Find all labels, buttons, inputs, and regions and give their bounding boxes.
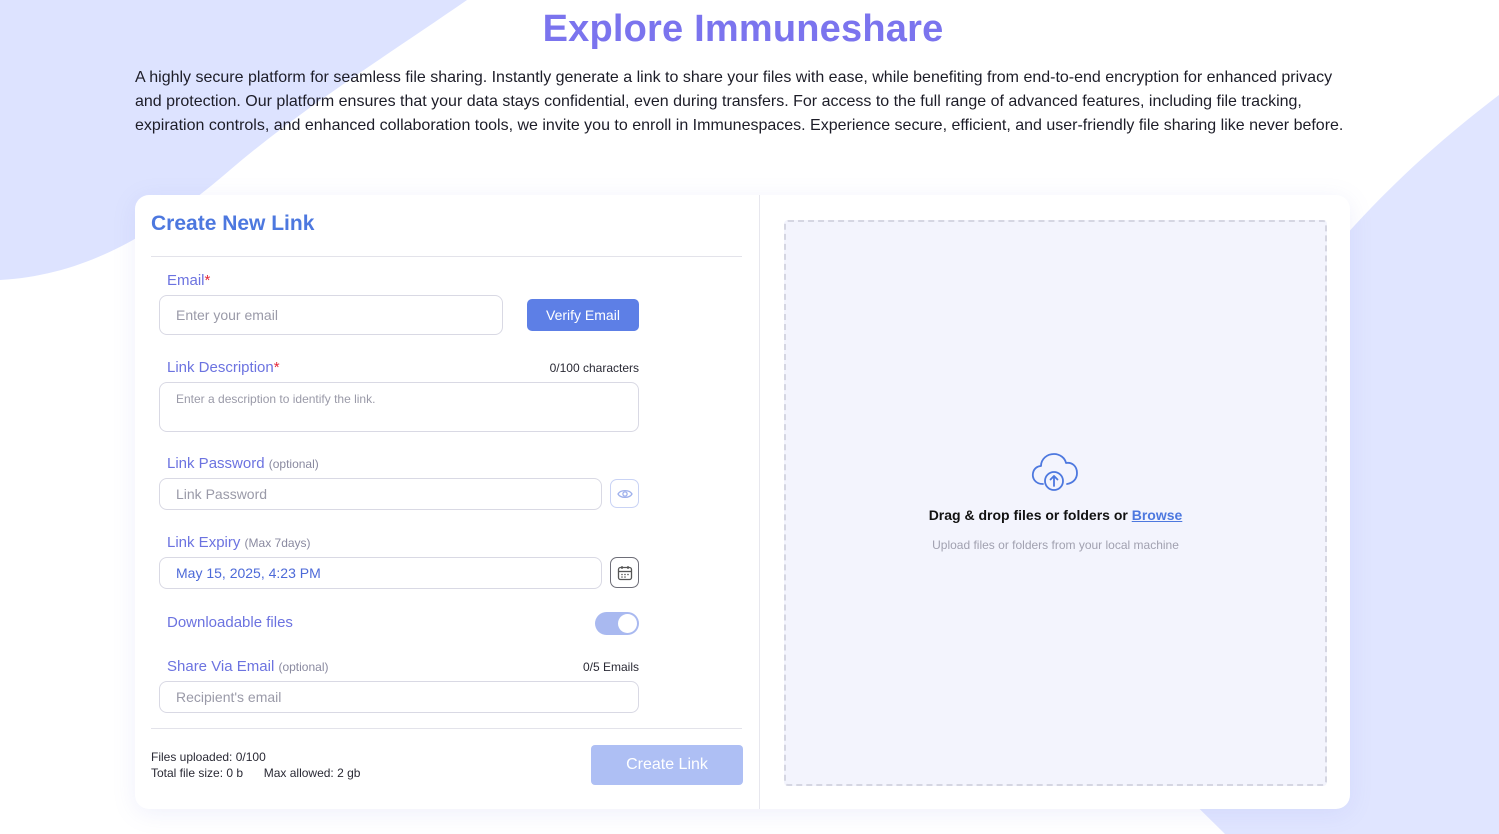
downloadable-toggle[interactable] (595, 612, 639, 635)
password-input[interactable] (159, 478, 602, 510)
file-dropzone[interactable]: Drag & drop files or folders or Browse U… (784, 220, 1327, 786)
form-title: Create New Link (151, 212, 315, 235)
verify-email-button[interactable]: Verify Email (527, 299, 639, 331)
form-header-divider (151, 256, 742, 257)
panel-divider (759, 195, 760, 809)
cloud-upload-icon (1031, 453, 1078, 491)
max-allowed-size: Max allowed: 2 gb (263, 766, 361, 780)
create-link-button[interactable]: Create Link (591, 745, 743, 785)
description-textarea[interactable] (159, 382, 639, 432)
expiry-max-hint: (Max 7days) (244, 536, 311, 550)
share-email-label-text: Share Via Email (167, 658, 275, 675)
password-label: Link Password (optional) (167, 455, 319, 472)
required-mark: * (273, 359, 280, 376)
description-label-text: Link Description (167, 359, 274, 376)
downloadable-label: Downloadable files (167, 614, 293, 631)
expiry-date-input[interactable] (159, 557, 602, 589)
optional-hint: (optional) (268, 457, 319, 471)
recipient-email-input[interactable] (159, 681, 639, 713)
toggle-password-visibility[interactable] (610, 479, 639, 508)
optional-hint: (optional) (278, 660, 329, 674)
upload-subtext: Upload files or folders from your local … (932, 538, 1179, 552)
intro-paragraph: A highly secure platform for seamless fi… (135, 69, 1344, 134)
share-email-label: Share Via Email (optional) (167, 658, 328, 675)
file-size-info: Total file size: 0 b Max allowed: 2 gb (151, 766, 360, 780)
email-input[interactable] (159, 295, 503, 335)
share-email-counter: 0/5 Emails (582, 660, 639, 674)
drag-drop-label: Drag & drop files or folders or (928, 507, 1132, 523)
files-uploaded-count: Files uploaded: 0/100 (151, 750, 266, 764)
expiry-label-text: Link Expiry (167, 534, 241, 551)
email-label-text: Email (167, 272, 205, 289)
form-footer-divider (151, 728, 742, 729)
total-file-size: Total file size: 0 b (151, 766, 244, 780)
browse-link[interactable]: Browse (1132, 507, 1183, 523)
eye-icon (616, 489, 633, 498)
page-title: Explore Immuneshare (542, 8, 944, 50)
required-mark: * (204, 272, 211, 289)
open-date-picker[interactable] (610, 557, 639, 588)
create-link-card: Create New Link Email* Verify Email Link… (135, 195, 1350, 809)
toggle-knob (618, 614, 637, 633)
expiry-label: Link Expiry (Max 7days) (167, 534, 311, 551)
calendar-icon (617, 565, 632, 580)
email-label: Email* (167, 272, 210, 289)
description-char-counter: 0/100 characters (549, 361, 639, 375)
drag-drop-text: Drag & drop files or folders or Browse (786, 507, 1325, 523)
description-label: Link Description* (167, 359, 280, 376)
password-label-text: Link Password (167, 455, 265, 472)
